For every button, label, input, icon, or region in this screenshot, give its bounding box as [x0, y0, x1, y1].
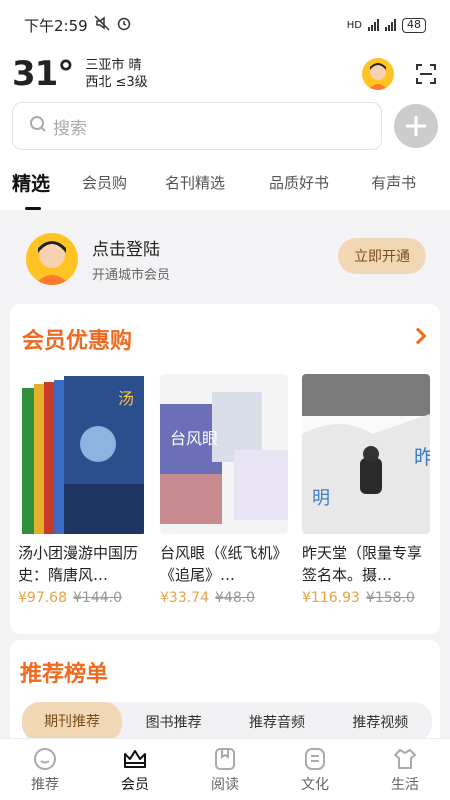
nav-label: 文化 — [301, 776, 329, 793]
book-old-price: ¥144.0 — [73, 590, 122, 606]
tab-journals[interactable]: 名刊精选 — [165, 172, 225, 193]
avatar — [26, 233, 78, 285]
book-cover: 台风眼 — [160, 374, 288, 534]
nav-recommend[interactable]: 推荐 — [0, 739, 90, 800]
weather-bar[interactable]: 31° 三亚市 晴 西北 ≤3级 — [0, 50, 450, 98]
book-item[interactable]: 台风眼 台风眼（《纸飞机》《追尾》… ¥33.74 ¥48.0 — [160, 374, 288, 606]
login-subtitle: 开通城市会员 — [92, 268, 171, 283]
book-item[interactable]: 昨 明 昨天堂（限量专享签名本。摄… ¥116.93 ¥158.0 — [302, 374, 430, 606]
book-item[interactable]: 汤 汤小团漫游中国历史：隋唐风… ¥97.68 ¥144.0 — [18, 374, 146, 606]
nav-member[interactable]: 会员 — [90, 739, 180, 800]
ranking-card: 推荐榜单 期刊推荐 图书推荐 推荐音频 推荐视频 — [10, 640, 440, 742]
tab-journal-recommend[interactable]: 期刊推荐 — [22, 702, 122, 742]
book-title: 汤小团漫游中国历史：隋唐风… — [18, 544, 139, 584]
member-deals-card: 会员优惠购 汤 汤小团漫游中国历史：隋唐风… ¥97.68 ¥144.0 台风眼… — [10, 304, 440, 634]
open-membership-button[interactable]: 立即开通 — [338, 238, 426, 274]
battery-icon: 48 — [402, 17, 426, 33]
svg-text:台风眼: 台风眼 — [170, 429, 218, 448]
tab-featured[interactable]: 精选 — [12, 169, 50, 196]
crown-icon — [124, 749, 146, 768]
tab-audiobooks[interactable]: 有声书 — [371, 172, 416, 193]
nav-culture[interactable]: 文化 — [270, 739, 360, 800]
login-banner[interactable]: 点击登陆 开通城市会员 立即开通 — [10, 222, 440, 296]
book-title: 昨天堂（限量专享签名本。摄… — [302, 544, 423, 584]
tab-book-recommend[interactable]: 图书推荐 — [122, 712, 225, 732]
book-cover: 昨 明 — [302, 374, 430, 534]
login-title: 点击登陆 — [92, 240, 160, 260]
tab-quality-books[interactable]: 品质好书 — [269, 172, 329, 193]
book-cover: 汤 — [18, 374, 146, 534]
bottom-nav: 推荐 会员 阅读 文化 生活 — [0, 738, 450, 800]
cloth-icon — [394, 748, 416, 769]
scan-icon[interactable] — [414, 62, 438, 86]
nav-label: 阅读 — [211, 776, 239, 793]
user-avatar[interactable] — [362, 58, 394, 90]
svg-text:汤: 汤 — [118, 389, 134, 408]
alarm-icon — [116, 15, 132, 35]
section-title: 会员优惠购 — [22, 329, 133, 354]
search-input[interactable]: 搜索 — [12, 102, 383, 150]
search-placeholder: 搜索 — [53, 118, 87, 139]
nav-life[interactable]: 生活 — [360, 739, 450, 800]
tab-indicator — [25, 207, 41, 210]
signal-icon-2 — [385, 19, 396, 31]
nav-label: 生活 — [391, 776, 419, 793]
top-tabs: 精选 会员购 名刊精选 品质好书 有声书 — [0, 154, 450, 210]
book-old-price: ¥158.0 — [365, 590, 415, 606]
signal-icon — [368, 19, 379, 31]
nav-read[interactable]: 阅读 — [180, 739, 270, 800]
book-price: ¥33.74 — [160, 590, 209, 606]
tab-audio-recommend[interactable]: 推荐音频 — [225, 712, 328, 732]
mute-icon — [94, 15, 110, 35]
hd-icon: HD — [346, 19, 362, 31]
tab-video-recommend[interactable]: 推荐视频 — [329, 712, 432, 732]
book-price: ¥97.68 — [18, 590, 67, 606]
svg-text:昨: 昨 — [414, 445, 430, 469]
document-icon — [305, 747, 325, 770]
smile-icon — [34, 747, 56, 770]
header: 下午2:59 HD 48 31° 三亚市 晴 西北 ≤3级 搜索 精选 会员购 … — [0, 0, 450, 210]
section-title: 推荐榜单 — [20, 662, 109, 687]
svg-text:明: 明 — [312, 488, 330, 509]
wind: 西北 ≤3级 — [85, 75, 148, 90]
status-time: 下午2:59 — [24, 16, 88, 35]
status-bar: 下午2:59 HD 48 — [0, 0, 450, 50]
ranking-tabs: 期刊推荐 图书推荐 推荐音频 推荐视频 — [22, 702, 432, 742]
nav-label: 推荐 — [31, 776, 59, 793]
book-title: 台风眼（《纸飞机》《追尾》… — [160, 544, 288, 584]
nav-label: 会员 — [121, 776, 149, 793]
city-condition: 三亚市 晴 — [85, 58, 142, 73]
temperature: 31° — [12, 54, 74, 94]
book-icon — [215, 747, 235, 770]
add-button[interactable] — [394, 104, 438, 148]
tab-member-buy[interactable]: 会员购 — [82, 172, 127, 193]
search-icon — [29, 115, 47, 138]
chevron-right-icon[interactable] — [409, 327, 427, 345]
book-old-price: ¥48.0 — [215, 590, 256, 606]
book-price: ¥116.93 — [302, 590, 360, 606]
